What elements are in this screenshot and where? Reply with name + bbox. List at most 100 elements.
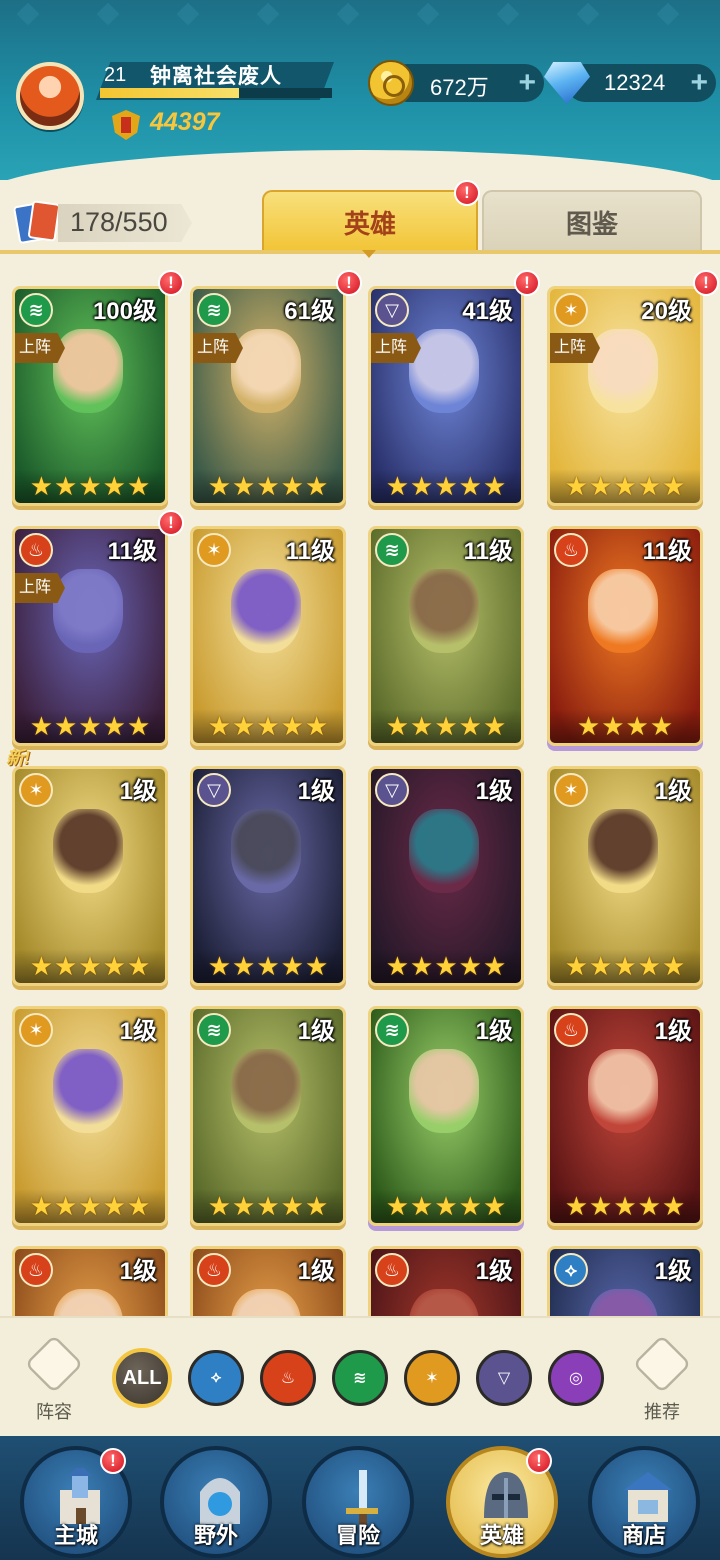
hero-card[interactable]: ▽ 1级 ★ ★ ★ ★ ★: [368, 766, 524, 986]
hero-card[interactable]: ♨ 11级 ★ ★ ★ ★: [547, 526, 703, 746]
hero-card[interactable]: ≋ 1级 ★ ★ ★ ★ ★: [190, 1006, 346, 1226]
star-icon: ★: [613, 1191, 637, 1221]
hero-card[interactable]: ≋ 100级 上阵 ★ ★ ★ ★ ★: [12, 286, 168, 506]
hero-level: 20级: [641, 298, 692, 325]
star-icon: ★: [54, 711, 78, 741]
hero-card[interactable]: ✶ 1级 ★ ★ ★ ★ ★: [547, 766, 703, 986]
star-icon: ★: [280, 711, 304, 741]
gold-amount: 672万: [430, 75, 489, 100]
hero-card[interactable]: ♨1级★★★★★: [368, 1246, 524, 1316]
hero-card[interactable]: ≋ 11级 ★ ★ ★ ★ ★: [368, 526, 524, 746]
star-icon: ★: [458, 1191, 482, 1221]
hero-level: 11级: [463, 538, 513, 565]
hero-card[interactable]: ✶ 1级 ★ ★ ★ ★ ★: [12, 766, 168, 986]
recommend-button[interactable]: 推荐: [630, 1334, 694, 1424]
hero-grid: ≋ 100级 上阵 ★ ★ ★ ★ ★! ≋ 61级 上阵 ★ ★ ★ ★ ★! ▽ 41级 上阵 ★ ★ ★ ★ ★! ✶ 20…: [0, 258, 720, 1316]
star-icon: ★: [613, 471, 637, 501]
deployed-tag: 上阵: [15, 573, 65, 603]
element-light-icon: ✶: [19, 773, 53, 807]
star-icon: ★: [102, 471, 126, 501]
star-icon: ★: [280, 1191, 304, 1221]
star-icon: ★: [232, 471, 256, 501]
power-value: 44397: [150, 108, 220, 136]
hero-card[interactable]: ≋ 1级 ★ ★ ★ ★ ★: [368, 1006, 524, 1226]
star-icon: ★: [410, 1191, 434, 1221]
nav-item-portal[interactable]: 野外: [160, 1446, 272, 1558]
hero-stars: ★ ★ ★ ★: [550, 709, 700, 743]
hero-card[interactable]: ♨1级★★★★★: [547, 1006, 703, 1226]
hero-card[interactable]: ✶ 20级 上阵 ★ ★ ★ ★ ★: [547, 286, 703, 506]
star-icon: ★: [637, 471, 661, 501]
hero-level: 1级: [475, 778, 513, 805]
nav-label: 野外: [193, 1523, 238, 1548]
xp-bar: [100, 88, 332, 98]
hero-stars: ★ ★ ★ ★ ★: [15, 709, 165, 743]
star-icon: ★: [589, 951, 613, 981]
star-icon: ★: [410, 951, 434, 981]
filter-light-icon[interactable]: ✶: [404, 1350, 460, 1406]
element-dark-icon: ▽: [375, 293, 409, 327]
star-icon: ★: [256, 471, 280, 501]
star-icon: ★: [625, 711, 649, 741]
hero-card[interactable]: ⟡1级★★★★★: [547, 1246, 703, 1316]
hero-card[interactable]: ✶ 1级 ★ ★ ★ ★ ★: [12, 1006, 168, 1226]
nav-item-sword[interactable]: 冒险: [302, 1446, 414, 1558]
element-light-icon: ✶: [554, 773, 588, 807]
star-icon: ★: [232, 711, 256, 741]
tab-heroes[interactable]: 英雄: [262, 190, 478, 252]
nav-label: 冒险: [335, 1523, 380, 1548]
nav-label: 主城: [53, 1523, 98, 1548]
star-icon: ★: [304, 1191, 329, 1221]
filter-void-icon[interactable]: ◎: [548, 1350, 604, 1406]
deployed-tag: 上阵: [371, 333, 421, 363]
filter-all-button[interactable]: ALL: [112, 1348, 172, 1408]
star-icon: ★: [482, 951, 507, 981]
hero-card[interactable]: ♨ 11级 上阵 ★ ★ ★ ★ ★: [12, 526, 168, 746]
star-icon: ★: [458, 711, 482, 741]
hero-card[interactable]: ≋ 61级 上阵 ★ ★ ★ ★ ★: [190, 286, 346, 506]
star-icon: ★: [458, 951, 482, 981]
star-icon: ★: [576, 711, 601, 741]
hero-card[interactable]: ♨1级★★★★★: [190, 1246, 346, 1316]
hero-level: 1级: [119, 778, 157, 805]
star-icon: ★: [601, 711, 625, 741]
hero-face: [231, 1049, 301, 1133]
element-wind-icon: ≋: [197, 1013, 231, 1047]
filter-wind-icon[interactable]: ≋: [332, 1350, 388, 1406]
player-avatar[interactable]: [16, 62, 84, 130]
hero-card[interactable]: ♨1级★★★★★: [12, 1246, 168, 1316]
hero-card[interactable]: ✶ 11级 ★ ★ ★ ★ ★: [190, 526, 346, 746]
tab-underline: [0, 250, 720, 254]
element-light-icon: ✶: [197, 533, 231, 567]
lineup-button[interactable]: 阵容: [22, 1334, 86, 1424]
gold-add-button[interactable]: +: [518, 66, 536, 100]
hero-level: 41级: [462, 298, 513, 325]
hero-level: 11级: [107, 538, 157, 565]
filter-dark-icon[interactable]: ▽: [476, 1350, 532, 1406]
star-icon: ★: [564, 1191, 589, 1221]
star-icon: ★: [232, 1191, 256, 1221]
star-icon: ★: [649, 711, 674, 741]
hero-stars: ★ ★ ★ ★ ★: [193, 709, 343, 743]
nav-item-shop[interactable]: 商店: [588, 1446, 700, 1558]
element-fire-icon: ♨: [554, 1013, 588, 1047]
star-icon: ★: [564, 471, 589, 501]
hero-stars: ★ ★ ★ ★ ★: [550, 949, 700, 983]
hero-level: 61级: [284, 298, 335, 325]
star-icon: ★: [256, 951, 280, 981]
hero-level: 1级: [297, 778, 335, 805]
hero-face: [53, 809, 123, 893]
hero-stars: ★ ★ ★ ★ ★: [193, 469, 343, 503]
new-hero-tag: 新!: [6, 748, 30, 768]
filter-water-icon[interactable]: ⟡: [188, 1350, 244, 1406]
gem-currency[interactable]: 12324 +: [566, 64, 716, 102]
star-icon: ★: [434, 951, 458, 981]
star-icon: ★: [102, 711, 126, 741]
tab-codex[interactable]: 图鉴: [482, 190, 702, 252]
filter-fire-icon[interactable]: ♨: [260, 1350, 316, 1406]
hero-card[interactable]: ▽ 41级 上阵 ★ ★ ★ ★ ★: [368, 286, 524, 506]
hero-card[interactable]: ▽ 1级 ★ ★ ★ ★ ★: [190, 766, 346, 986]
deployed-tag: 上阵: [550, 333, 600, 363]
gem-add-button[interactable]: +: [690, 66, 708, 100]
star-icon: ★: [54, 951, 78, 981]
